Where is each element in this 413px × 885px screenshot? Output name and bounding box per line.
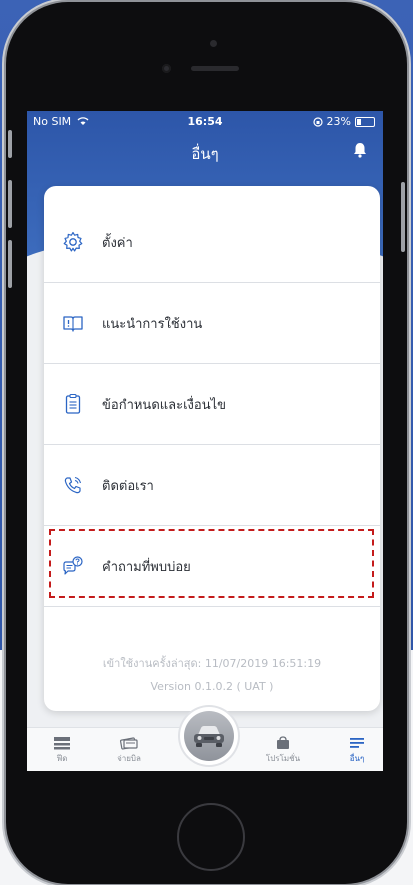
feed-icon [54,737,70,750]
menu-item-label: ข้อกำหนดและเงื่อนไข [102,397,227,413]
orientation-lock-icon [312,116,323,127]
menu-item-label: แนะนำการใช้งาน [102,316,203,332]
status-bar: No SIM 16:54 23% [27,111,383,131]
faq-chat-icon [62,555,84,577]
car-icon [194,726,224,747]
menu-item-faq[interactable]: คำถามที่พบบ่อย [44,526,380,607]
shopping-bag-icon [277,736,289,749]
tab-label: อื่นๆ [349,754,365,763]
home-button[interactable] [177,803,245,871]
menu-item-terms[interactable]: ข้อกำหนดและเงื่อนไข [44,364,380,445]
tab-label: โปรโมชั่น [265,754,301,763]
version-text: Version 0.1.0.2 ( UAT ) [150,680,274,693]
page-title: อื่นๆ [191,145,219,163]
menu-card: ตั้งค่า แนะนำการใช้งาน ข้อกำหนดและเงื่อน… [44,186,380,711]
tab-promotions[interactable]: โปรโมชั่น [253,736,313,765]
menu-lines-icon [350,738,364,748]
front-camera [162,64,171,73]
volume-up-button [8,180,12,228]
bell-icon[interactable] [351,141,369,159]
earpiece-speaker [191,66,239,71]
bill-icon [119,737,138,750]
center-button-inner [184,711,234,761]
camera-dot [210,40,217,47]
volume-down-button [8,240,12,288]
last-login-text: เข้าใช้งานครั้งล่าสุด: 11/07/2019 16:51:… [102,657,322,670]
menu-item-settings[interactable]: ตั้งค่า [44,202,380,283]
tab-more[interactable]: อื่นๆ [327,736,383,765]
phone-icon [62,474,84,496]
tab-feed[interactable]: ฟีด [32,736,92,765]
power-button [401,182,405,252]
battery-icon [355,116,375,127]
tab-label: ฟีด [56,754,68,763]
battery-status: 23% [312,115,375,128]
clipboard-icon [62,393,84,415]
mute-switch [8,130,12,158]
app-screen: No SIM 16:54 23% อื่นๆ ตั้งค่า แนะนำการใ… [27,111,383,771]
tab-label: จ่ายบิล [117,754,141,763]
menu-item-label: ติดต่อเรา [102,478,154,494]
tab-pay-bill[interactable]: จ่ายบิล [99,736,159,765]
gear-icon [62,231,84,253]
menu-item-contact[interactable]: ติดต่อเรา [44,445,380,526]
menu-item-label: คำถามที่พบบ่อย [102,559,191,575]
battery-percent: 23% [326,115,351,128]
menu-item-guide[interactable]: แนะนำการใช้งาน [44,283,380,364]
center-car-button[interactable] [180,707,238,765]
menu-item-label: ตั้งค่า [102,235,133,251]
book-icon [62,312,84,334]
